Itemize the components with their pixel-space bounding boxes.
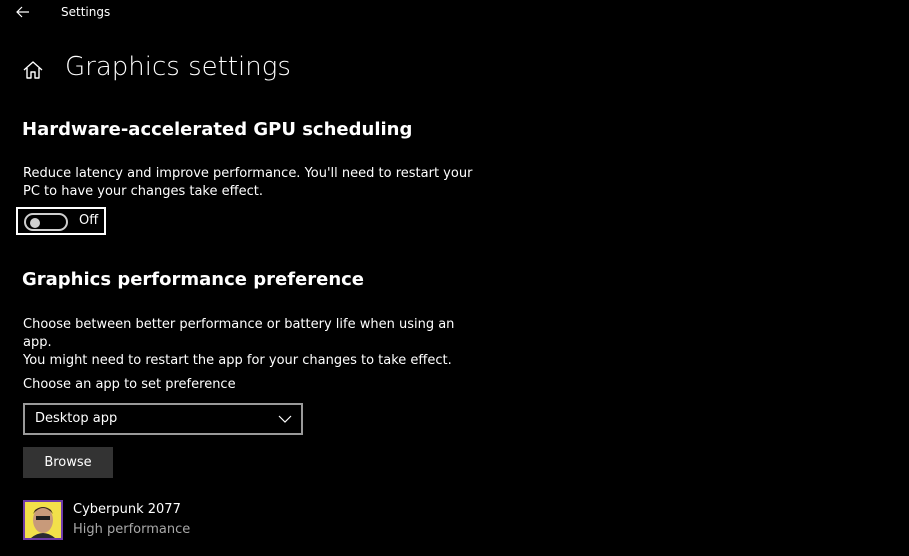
gpu-scheduling-toggle[interactable]: Off — [16, 207, 106, 235]
window-title: Settings — [61, 5, 111, 19]
gpu-scheduling-description: Reduce latency and improve performance. … — [23, 165, 483, 201]
gpu-desc-line-1: Reduce latency and improve performance. … — [23, 166, 473, 181]
cyberpunk-app-icon — [23, 500, 63, 540]
browse-button[interactable]: Browse — [23, 447, 113, 478]
page-title: Graphics settings — [65, 52, 291, 82]
app-type-selected: Desktop app — [35, 411, 118, 426]
back-arrow-icon — [16, 6, 29, 18]
performance-pref-description: Choose between better performance or bat… — [23, 316, 483, 370]
perf-desc-line-2: You might need to restart the app for yo… — [23, 353, 452, 368]
chevron-down-icon — [278, 415, 292, 423]
app-list-item[interactable]: Cyberpunk 2077 High performance — [23, 498, 323, 542]
performance-pref-heading: Graphics performance preference — [22, 269, 365, 290]
page-header: Graphics settings — [22, 52, 291, 88]
back-button[interactable] — [10, 2, 36, 22]
toggle-track — [24, 213, 68, 231]
app-type-dropdown[interactable]: Desktop app — [23, 403, 303, 435]
app-name: Cyberpunk 2077 — [73, 502, 181, 517]
gpu-scheduling-heading: Hardware-accelerated GPU scheduling — [22, 119, 413, 140]
perf-desc-line-1: Choose between better performance or bat… — [23, 317, 455, 350]
title-bar: Settings — [0, 0, 909, 26]
toggle-state-label: Off — [79, 213, 99, 228]
app-select-label: Choose an app to set preference — [23, 377, 236, 392]
home-icon[interactable] — [22, 59, 44, 81]
toggle-knob — [30, 218, 40, 228]
app-preference: High performance — [73, 522, 191, 537]
gpu-desc-line-2: PC to have your changes take effect. — [23, 184, 263, 199]
